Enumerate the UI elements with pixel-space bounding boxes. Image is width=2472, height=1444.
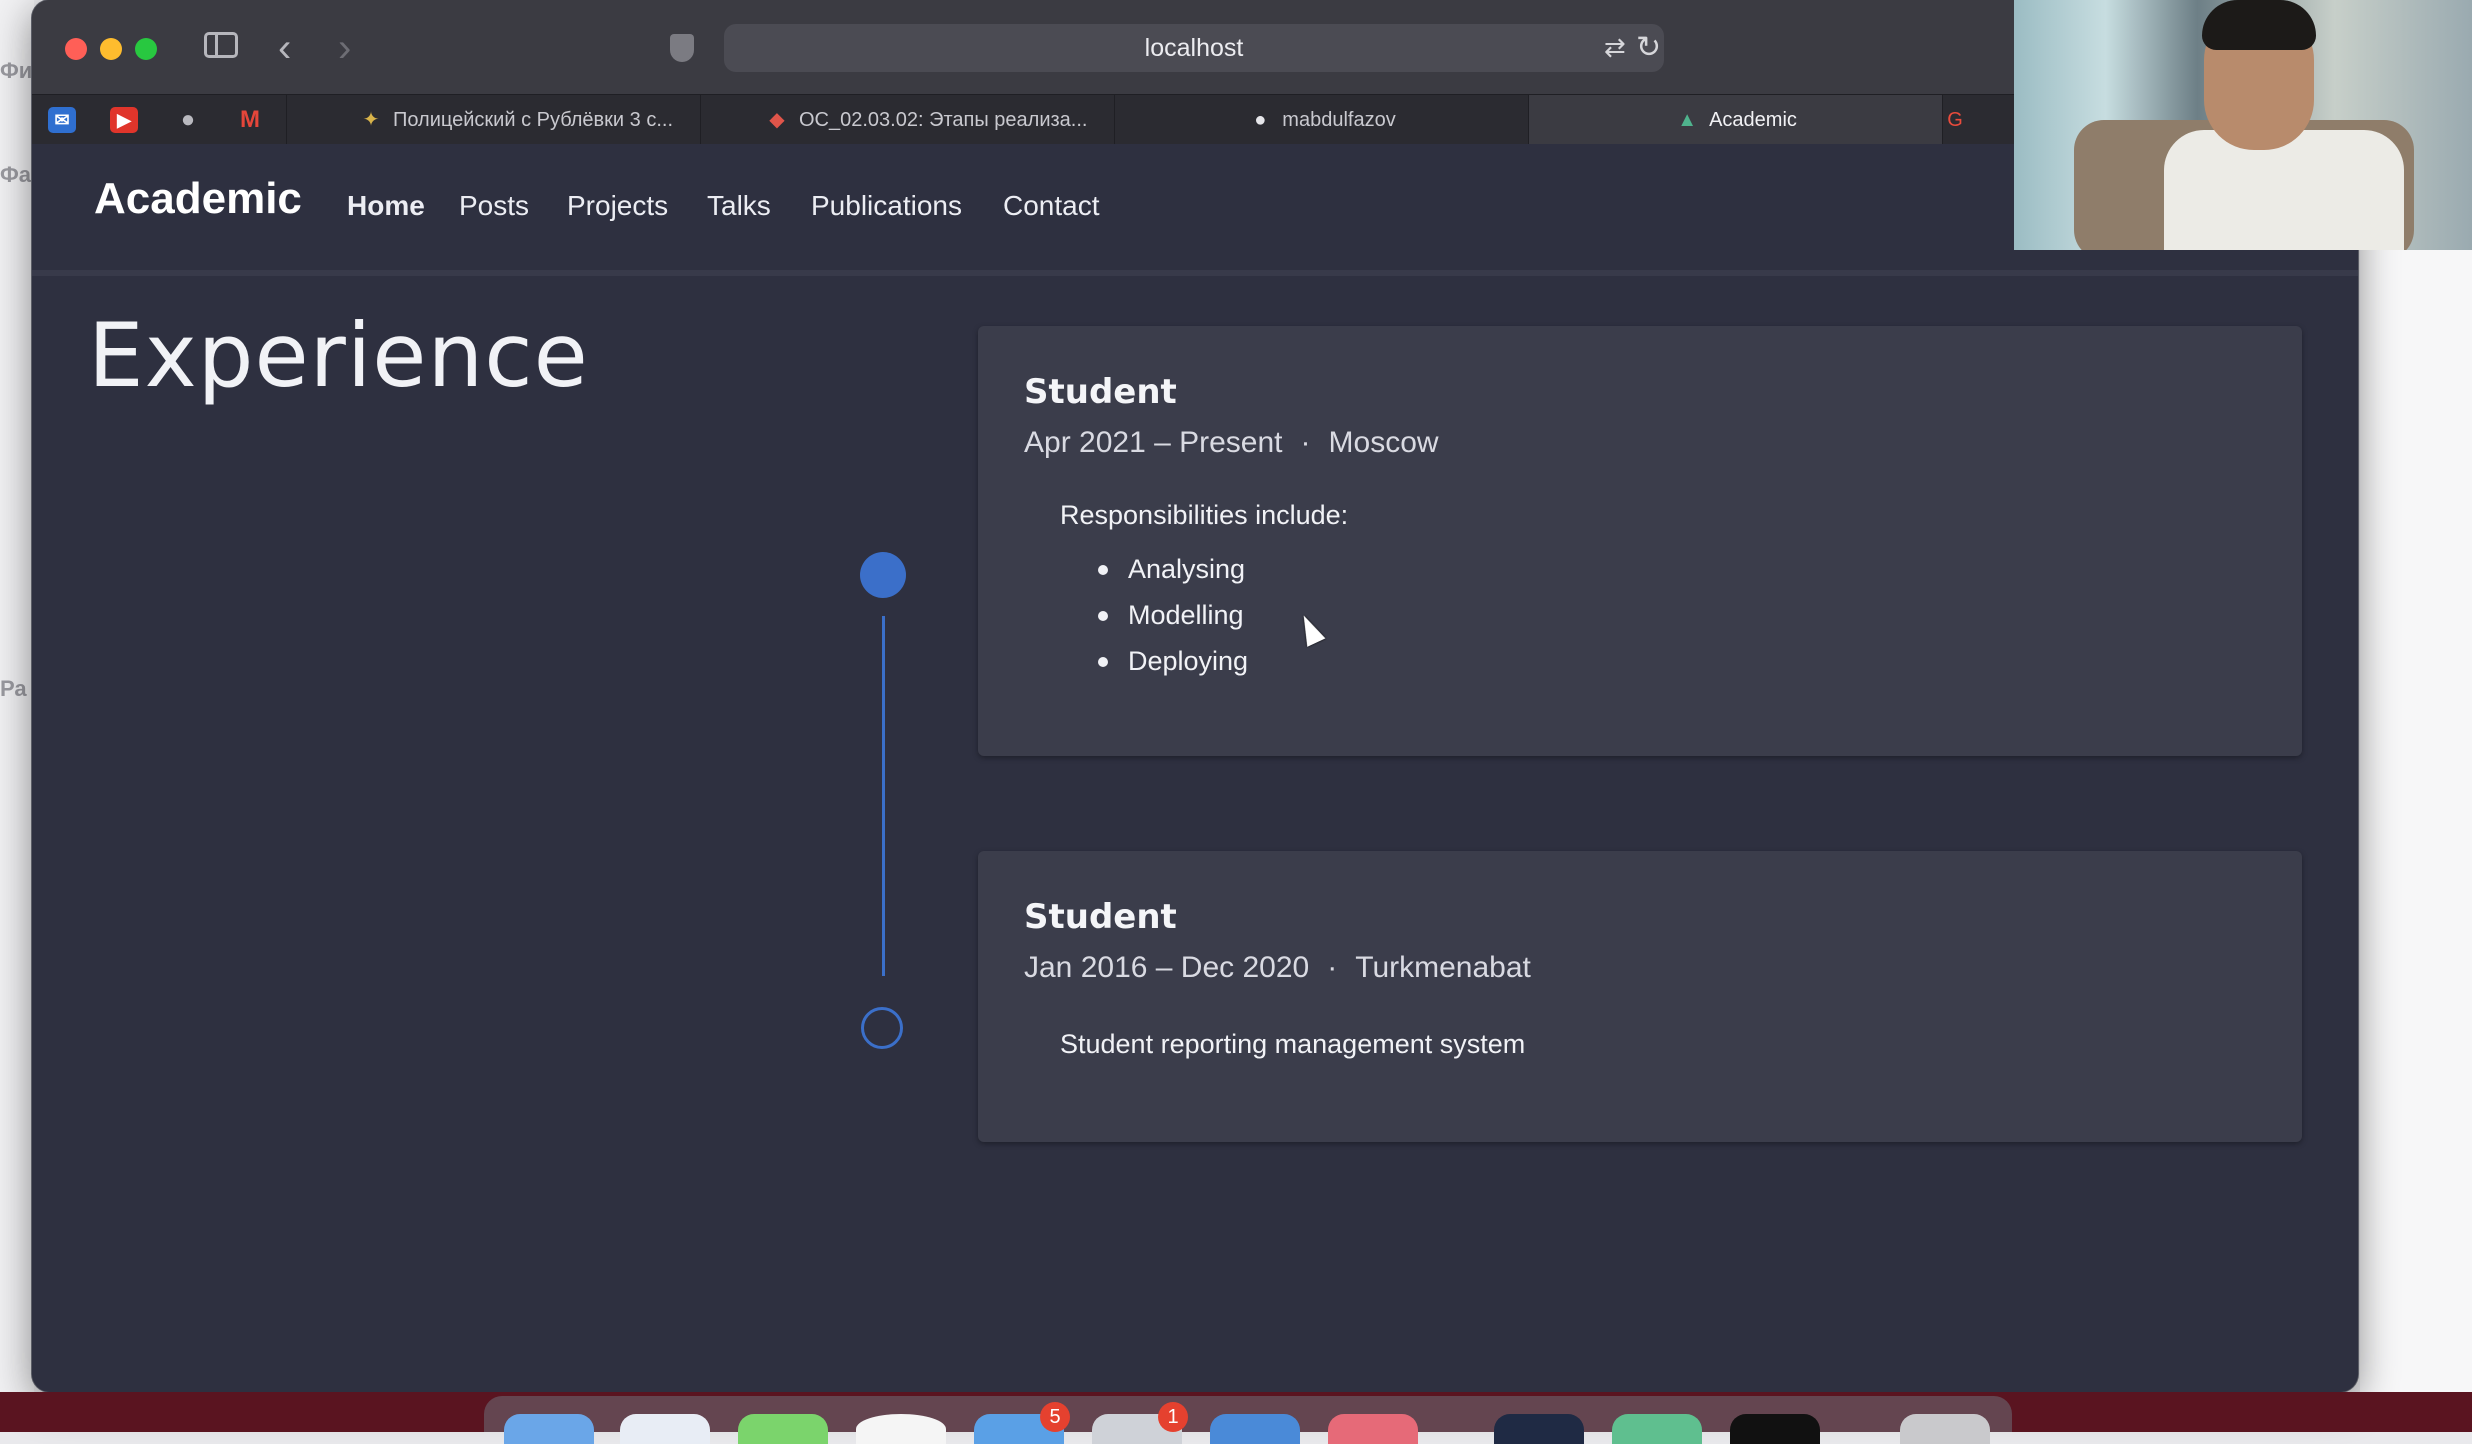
background-text: Фа [0, 162, 32, 187]
dock-chrome-icon[interactable] [856, 1414, 946, 1444]
meta-separator: · [1327, 951, 1338, 984]
nav-projects-link[interactable]: Projects [567, 190, 668, 222]
dock-terminal-icon[interactable] [1730, 1414, 1820, 1444]
timeline-dot-hollow [861, 1007, 903, 1049]
tab-1[interactable]: ✦ Полицейский с Рублёвки 3 с... [286, 95, 700, 145]
app-icon: ◆ [769, 109, 785, 131]
dock-notification-badge: 1 [1158, 1402, 1188, 1432]
background-window-right [2360, 250, 2472, 1400]
webcam-person-hair [2202, 0, 2316, 50]
experience-meta: Jan 2016 – Dec 2020 · Turkmenabat [1024, 951, 1531, 985]
star-icon: ✦ [362, 109, 380, 131]
list-item: Modelling [1097, 592, 1248, 638]
browser-toolbar: ‹ › localhost ⇄ ↻ [32, 0, 2358, 94]
meta-separator: · [1300, 426, 1311, 459]
section-title: Experience [88, 304, 589, 407]
gmail-icon[interactable]: M [236, 107, 264, 133]
tab-5[interactable]: G [1942, 95, 2003, 145]
experience-card: Student Jan 2016 – Dec 2020 · Turkmenabat … [978, 851, 2302, 1142]
forward-arrow-icon[interactable]: › [338, 28, 351, 68]
dock-app-icon[interactable] [1328, 1414, 1418, 1444]
sidebar-toggle-icon[interactable] [204, 32, 238, 58]
responsibilities-list: Analysing Modelling Deploying [1097, 546, 1248, 684]
tab-title: Academic [1709, 109, 1797, 131]
tab-title: Полицейский с Рублёвки 3 с... [393, 109, 673, 131]
site-navbar: Academic Home Posts Projects Talks Publi… [32, 144, 2358, 276]
translate-icon[interactable]: ⇄ [1604, 32, 1626, 63]
minimize-window-button[interactable] [100, 38, 122, 60]
experience-dates: Apr 2021 – Present [1024, 426, 1283, 459]
list-item: Analysing [1097, 546, 1248, 592]
experience-meta: Apr 2021 – Present · Moscow [1024, 426, 1439, 460]
browser-window: ‹ › localhost ⇄ ↻ ✉ ▶ ● M ✦ Полицейский с… [32, 0, 2358, 1392]
nav-contact-link[interactable]: Contact [1003, 190, 1100, 222]
tab-2[interactable]: ◆ ОС_02.03.02: Этапы реализа... [700, 95, 1114, 145]
url-text: localhost [1144, 34, 1244, 62]
dock-app-icon[interactable] [1210, 1414, 1300, 1444]
experience-card: Student Apr 2021 – Present · Moscow Respon… [978, 326, 2302, 756]
tab-3[interactable]: ● mabdulfazov [1114, 95, 1529, 145]
nav-posts-link[interactable]: Posts [459, 190, 529, 222]
tab-academic-active[interactable]: ▲ Academic [1528, 95, 1943, 145]
nav-talks-link[interactable]: Talks [707, 190, 771, 222]
experience-location: Turkmenabat [1355, 951, 1531, 984]
experience-description: Responsibilities include: [1060, 500, 1349, 530]
dock-app-icon[interactable] [1494, 1414, 1584, 1444]
experience-location: Moscow [1328, 426, 1439, 459]
close-window-button[interactable] [65, 38, 87, 60]
background-text: Ра [0, 676, 27, 701]
dock-notification-badge: 5 [1040, 1402, 1070, 1432]
address-bar[interactable]: localhost ⇄ ↻ [724, 24, 1664, 72]
apple-icon[interactable]: ● [174, 107, 202, 133]
webcam-overlay [2014, 0, 2472, 250]
nav-publications-link[interactable]: Publications [811, 190, 962, 222]
background-text: Фи [0, 58, 33, 83]
dock-app-icon[interactable] [1612, 1414, 1702, 1444]
privacy-shield-icon[interactable] [670, 34, 694, 62]
site-brand[interactable]: Academic [94, 174, 302, 224]
background-window-left: Фи Фа Ра [0, 0, 34, 1400]
experience-dates: Jan 2016 – Dec 2020 [1024, 951, 1310, 984]
academic-icon: ▲ [1677, 109, 1697, 131]
experience-title: Student [1024, 372, 1177, 412]
mail-icon[interactable]: ✉ [48, 107, 76, 133]
web-page: Academic Home Posts Projects Talks Publi… [32, 144, 2358, 1392]
dock-finder-icon[interactable] [504, 1414, 594, 1444]
dock-safari-icon[interactable] [620, 1414, 710, 1444]
tab-title: ОС_02.03.02: Этапы реализа... [799, 109, 1088, 131]
youtube-icon[interactable]: ▶ [110, 107, 138, 133]
list-item: Deploying [1097, 638, 1248, 684]
reload-icon[interactable]: ↻ [1636, 30, 1661, 65]
timeline-dot-filled [860, 552, 906, 598]
experience-description: Student reporting management system [1060, 1029, 1526, 1059]
experience-title: Student [1024, 897, 1177, 937]
tab-bar: ✉ ▶ ● M ✦ Полицейский с Рублёвки 3 с... ◆… [32, 94, 2358, 146]
nav-home-link[interactable]: Home [347, 190, 425, 222]
tab-title: mabdulfazov [1282, 109, 1396, 131]
webcam-person-body [2164, 130, 2404, 250]
maximize-window-button[interactable] [135, 38, 157, 60]
dock-trash-icon[interactable] [1900, 1414, 1990, 1444]
timeline-line [882, 616, 885, 976]
dock-messages-icon[interactable] [738, 1414, 828, 1444]
google-icon: G [1947, 109, 1963, 131]
github-icon: ● [1254, 109, 1267, 131]
back-arrow-icon[interactable]: ‹ [278, 28, 291, 68]
